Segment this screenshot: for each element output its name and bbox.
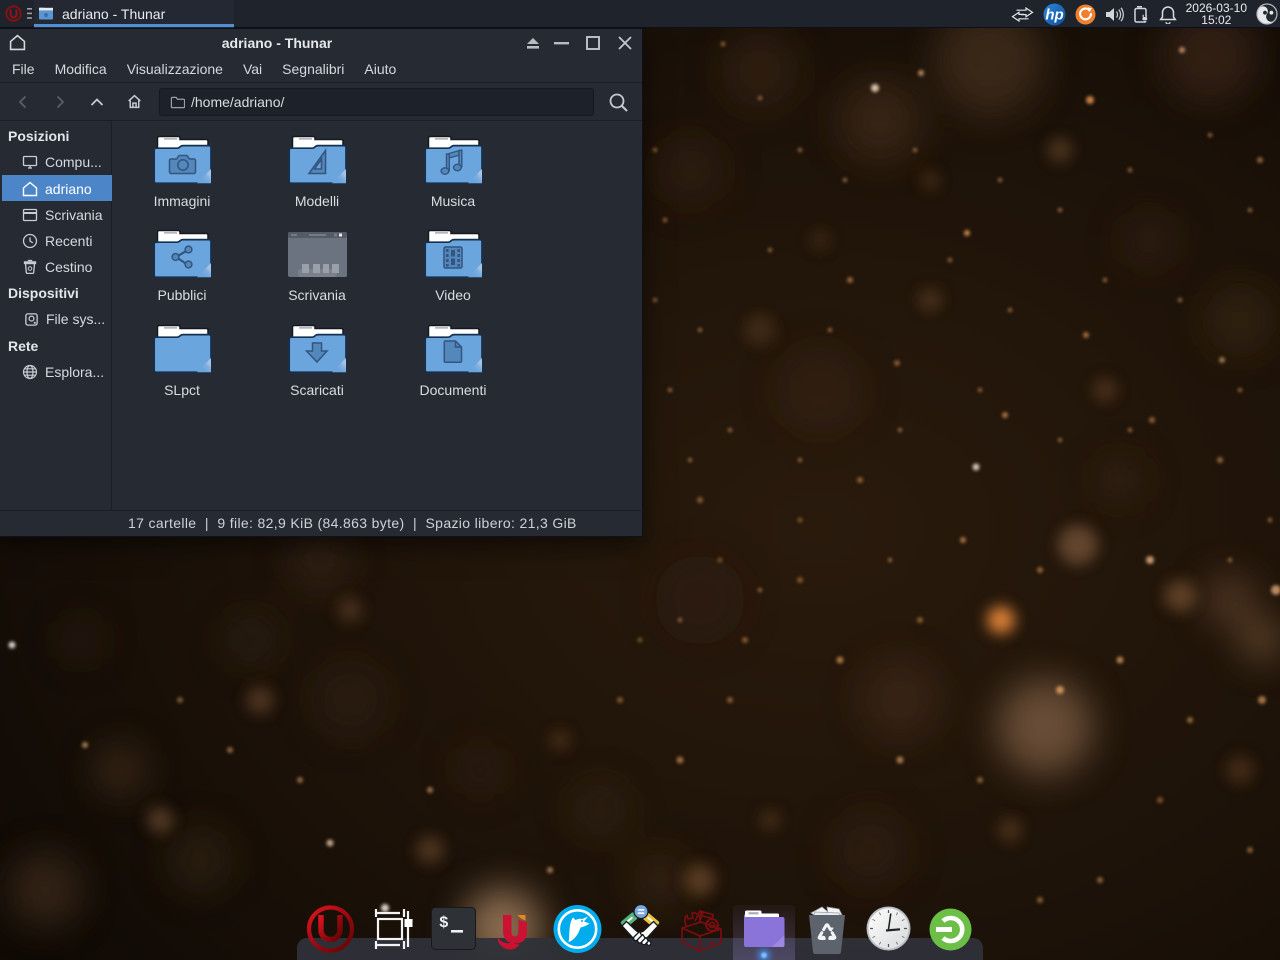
svg-text:$: $	[439, 914, 449, 932]
svg-text:hp: hp	[1045, 6, 1063, 23]
